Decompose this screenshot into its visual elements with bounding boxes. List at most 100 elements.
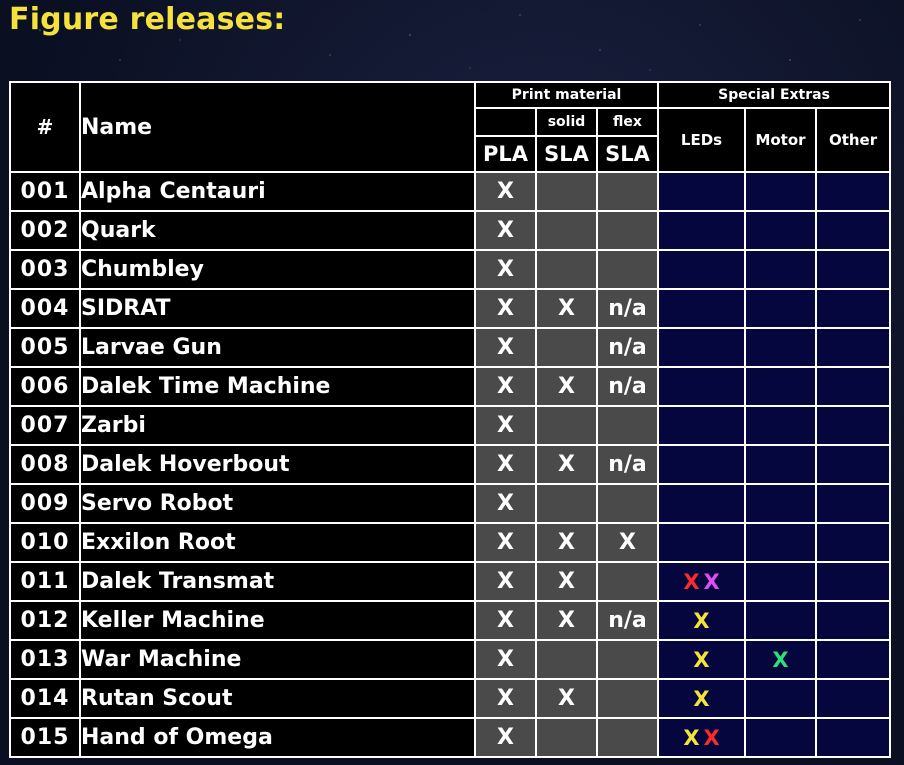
table-row: 002 Quark X bbox=[9, 210, 892, 251]
column-header-name: Name bbox=[79, 81, 476, 173]
cell-pla: X bbox=[474, 678, 537, 719]
leds-mark: X bbox=[683, 569, 700, 594]
column-header-sla-flex: SLA bbox=[595, 135, 660, 173]
cell-sla-solid bbox=[535, 405, 598, 446]
column-group-special-extras: Special Extras bbox=[657, 81, 892, 109]
cell-other bbox=[815, 288, 892, 329]
cell-sla-solid bbox=[535, 639, 598, 680]
figure-name: Dalek Transmat bbox=[79, 561, 476, 602]
leds-mark: X bbox=[693, 686, 710, 711]
cell-pla: X bbox=[474, 717, 537, 758]
table-row: 014 Rutan Scout X X X bbox=[9, 678, 892, 719]
cell-sla-flex: n/a bbox=[595, 600, 660, 641]
cell-motor bbox=[744, 483, 818, 524]
table-row: 003 Chumbley X bbox=[9, 249, 892, 290]
cell-other bbox=[815, 210, 892, 251]
cell-other bbox=[815, 717, 892, 758]
cell-sla-flex: n/a bbox=[595, 366, 660, 407]
figure-name: Dalek Time Machine bbox=[79, 366, 476, 407]
leds-mark: X bbox=[703, 725, 720, 750]
figure-number: 015 bbox=[9, 717, 81, 758]
table-row: 015 Hand of Omega X X X bbox=[9, 717, 892, 758]
cell-leds bbox=[657, 483, 747, 524]
table-row: 008 Dalek Hoverbout X Xn/a bbox=[9, 444, 892, 485]
cell-motor bbox=[744, 600, 818, 641]
cell-sla-flex bbox=[595, 717, 660, 758]
cell-leds bbox=[657, 522, 747, 563]
table-row: 005 Larvae Gun Xn/a bbox=[9, 327, 892, 368]
cell-leds bbox=[657, 405, 747, 446]
table-row: 009 Servo Robot X bbox=[9, 483, 892, 524]
cell-motor bbox=[744, 288, 818, 329]
leds-mark: X bbox=[703, 569, 720, 594]
cell-pla: X bbox=[474, 210, 537, 251]
cell-motor bbox=[744, 171, 818, 212]
table-row: 006 Dalek Time Machine X Xn/a bbox=[9, 366, 892, 407]
cell-pla: X bbox=[474, 249, 537, 290]
table-header: # Name Print material Special Extras sol… bbox=[9, 81, 892, 173]
cell-other bbox=[815, 444, 892, 485]
cell-sla-solid: X bbox=[535, 444, 598, 485]
figure-name: Alpha Centauri bbox=[79, 171, 476, 212]
cell-sla-solid: X bbox=[535, 678, 598, 719]
figure-number: 008 bbox=[9, 444, 81, 485]
figure-releases-table: # Name Print material Special Extras sol… bbox=[9, 81, 892, 758]
figure-number: 006 bbox=[9, 366, 81, 407]
cell-sla-solid bbox=[535, 483, 598, 524]
figure-number: 004 bbox=[9, 288, 81, 329]
table-row: 004 SIDRAT X Xn/a bbox=[9, 288, 892, 329]
cell-other bbox=[815, 600, 892, 641]
figure-name: Zarbi bbox=[79, 405, 476, 446]
figure-number: 014 bbox=[9, 678, 81, 719]
figure-name: Servo Robot bbox=[79, 483, 476, 524]
cell-sla-solid: X bbox=[535, 288, 598, 329]
column-header-sla-solid: SLA bbox=[535, 135, 598, 173]
cell-other bbox=[815, 561, 892, 602]
cell-motor bbox=[744, 366, 818, 407]
table-row: 011 Dalek Transmat X X X X bbox=[9, 561, 892, 602]
cell-sla-solid: X bbox=[535, 561, 598, 602]
figure-name: Exxilon Root bbox=[79, 522, 476, 563]
column-header-number: # bbox=[9, 81, 81, 173]
cell-leds bbox=[657, 327, 747, 368]
cell-other bbox=[815, 327, 892, 368]
cell-motor bbox=[744, 444, 818, 485]
table-row: 012 Keller Machine X Xn/a X bbox=[9, 600, 892, 641]
column-subheader-solid: solid bbox=[535, 107, 598, 137]
cell-other bbox=[815, 522, 892, 563]
cell-other bbox=[815, 171, 892, 212]
cell-sla-flex bbox=[595, 678, 660, 719]
cell-pla: X bbox=[474, 171, 537, 212]
figure-number: 012 bbox=[9, 600, 81, 641]
cell-other bbox=[815, 366, 892, 407]
cell-other bbox=[815, 249, 892, 290]
cell-leds bbox=[657, 171, 747, 212]
figure-number: 010 bbox=[9, 522, 81, 563]
table-row: 001 Alpha Centauri X bbox=[9, 171, 892, 212]
cell-sla-solid bbox=[535, 171, 598, 212]
figure-name: Hand of Omega bbox=[79, 717, 476, 758]
cell-sla-solid: X bbox=[535, 522, 598, 563]
cell-pla: X bbox=[474, 288, 537, 329]
figure-number: 011 bbox=[9, 561, 81, 602]
column-header-other: Other bbox=[815, 107, 892, 173]
leds-mark: X bbox=[693, 608, 710, 633]
figure-number: 002 bbox=[9, 210, 81, 251]
cell-motor bbox=[744, 405, 818, 446]
cell-other bbox=[815, 483, 892, 524]
cell-sla-flex bbox=[595, 561, 660, 602]
figure-number: 007 bbox=[9, 405, 81, 446]
cell-leds: X bbox=[657, 600, 747, 641]
cell-leds bbox=[657, 249, 747, 290]
figure-name: Dalek Hoverbout bbox=[79, 444, 476, 485]
cell-pla: X bbox=[474, 405, 537, 446]
cell-pla: X bbox=[474, 444, 537, 485]
column-group-print-material: Print material bbox=[473, 81, 660, 109]
cell-motor bbox=[744, 717, 818, 758]
motor-mark: X bbox=[772, 647, 789, 672]
cell-leds: XX bbox=[657, 717, 747, 758]
cell-sla-solid bbox=[535, 249, 598, 290]
cell-sla-solid bbox=[535, 210, 598, 251]
column-header-leds: LEDs bbox=[657, 107, 747, 173]
cell-leds: XX bbox=[657, 561, 747, 602]
